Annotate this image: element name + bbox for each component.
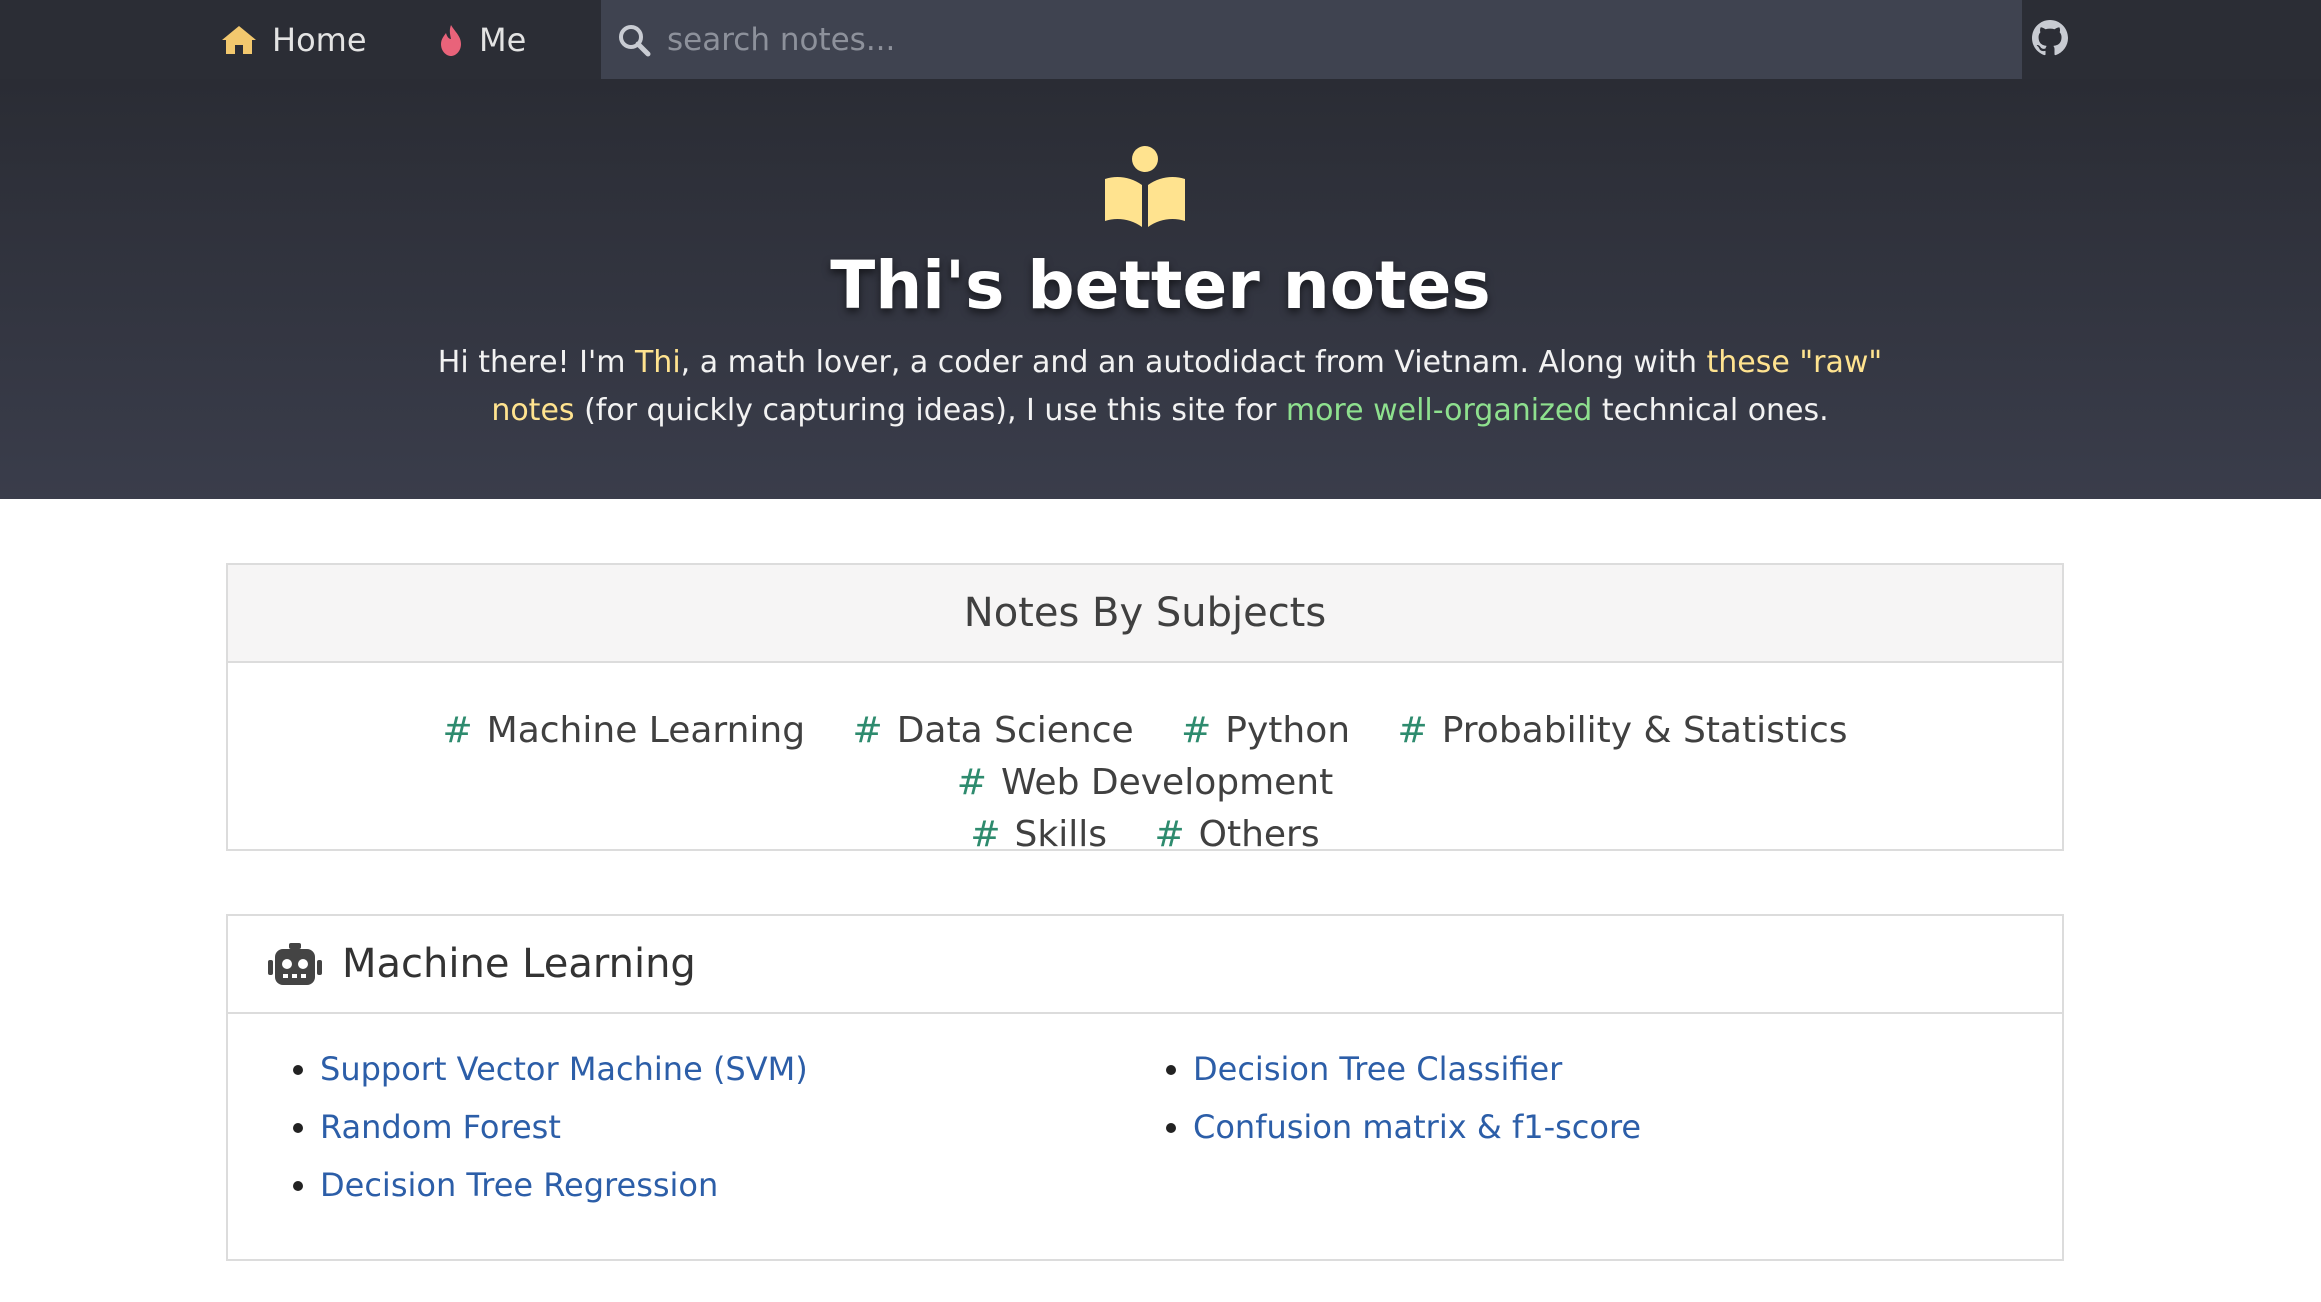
author-name: Thi xyxy=(634,345,681,380)
list-item: Support Vector Machine (SVM) xyxy=(320,1040,1123,1098)
list-item: Random Forest xyxy=(320,1098,1123,1156)
nav-me-label: Me xyxy=(479,20,527,59)
reader-book-icon xyxy=(1105,146,1185,227)
intro-paragraph: Hi there! I'm Thi, a math lover, a coder… xyxy=(430,339,1890,435)
home-icon xyxy=(222,25,256,54)
top-navbar: Home Me xyxy=(0,0,2321,79)
nav-home-link[interactable]: Home xyxy=(220,0,367,79)
subject-tags: # Machine Learning # Data Science # Python … xyxy=(228,663,2062,861)
tag-skills[interactable]: # Skills xyxy=(970,809,1107,861)
tag-others[interactable]: # Others xyxy=(1154,809,1319,861)
note-link-confusion-matrix[interactable]: Confusion matrix & f1-score xyxy=(1193,1108,1641,1146)
list-item: Decision Tree Classifier xyxy=(1193,1040,1641,1098)
tag-probability-statistics[interactable]: # Probability & Statistics xyxy=(1398,705,1848,757)
note-link-decision-tree-regression[interactable]: Decision Tree Regression xyxy=(320,1166,718,1204)
search-icon xyxy=(619,24,651,56)
note-link-decision-tree-classifier[interactable]: Decision Tree Classifier xyxy=(1193,1050,1562,1088)
note-link-random-forest[interactable]: Random Forest xyxy=(320,1108,561,1146)
subjects-heading: Notes By Subjects xyxy=(963,590,1327,636)
list-item: Decision Tree Regression xyxy=(320,1156,1123,1214)
github-icon[interactable] xyxy=(2032,20,2068,60)
nav-home-label: Home xyxy=(272,20,367,59)
tag-machine-learning[interactable]: # Machine Learning xyxy=(442,705,805,757)
ml-note-lists: Support Vector Machine (SVM) Random Fore… xyxy=(228,1014,2062,1214)
hero-banner: Thi's better notes Hi there! I'm Thi, a … xyxy=(0,79,2321,499)
intro-text: Hi there! I'm xyxy=(437,345,635,380)
machine-learning-header: Machine Learning xyxy=(228,916,2062,1014)
nav-me-link[interactable]: Me xyxy=(437,0,526,79)
page-title: Thi's better notes xyxy=(830,247,1491,324)
tag-python[interactable]: # Python xyxy=(1181,705,1350,757)
machine-learning-heading: Machine Learning xyxy=(342,941,696,987)
subjects-card: Notes By Subjects # Machine Learning # Dat… xyxy=(226,563,2064,855)
machine-learning-card: Machine Learning Support Vector Machine … xyxy=(226,914,2064,1261)
robot-icon xyxy=(268,943,322,985)
ml-notes-right-list: Decision Tree Classifier Confusion matri… xyxy=(1123,1040,1641,1214)
intro-text: (for quickly capturing ideas), I use thi… xyxy=(574,393,1286,428)
search-bar xyxy=(601,0,2022,79)
list-item: Confusion matrix & f1-score xyxy=(1193,1098,1641,1156)
fire-icon xyxy=(441,24,461,56)
intro-text: technical ones. xyxy=(1592,393,1829,428)
subjects-header: Notes By Subjects xyxy=(228,565,2062,663)
tag-web-development[interactable]: # Web Development xyxy=(957,757,1333,809)
ml-notes-left-list: Support Vector Machine (SVM) Random Fore… xyxy=(228,1040,1123,1214)
organized-notes-link[interactable]: more well-organized xyxy=(1286,393,1592,428)
intro-text: , a math lover, a coder and an autodidac… xyxy=(680,345,1707,380)
tag-data-science[interactable]: # Data Science xyxy=(853,705,1134,757)
note-link-svm[interactable]: Support Vector Machine (SVM) xyxy=(320,1050,808,1088)
search-input[interactable] xyxy=(665,20,1969,59)
